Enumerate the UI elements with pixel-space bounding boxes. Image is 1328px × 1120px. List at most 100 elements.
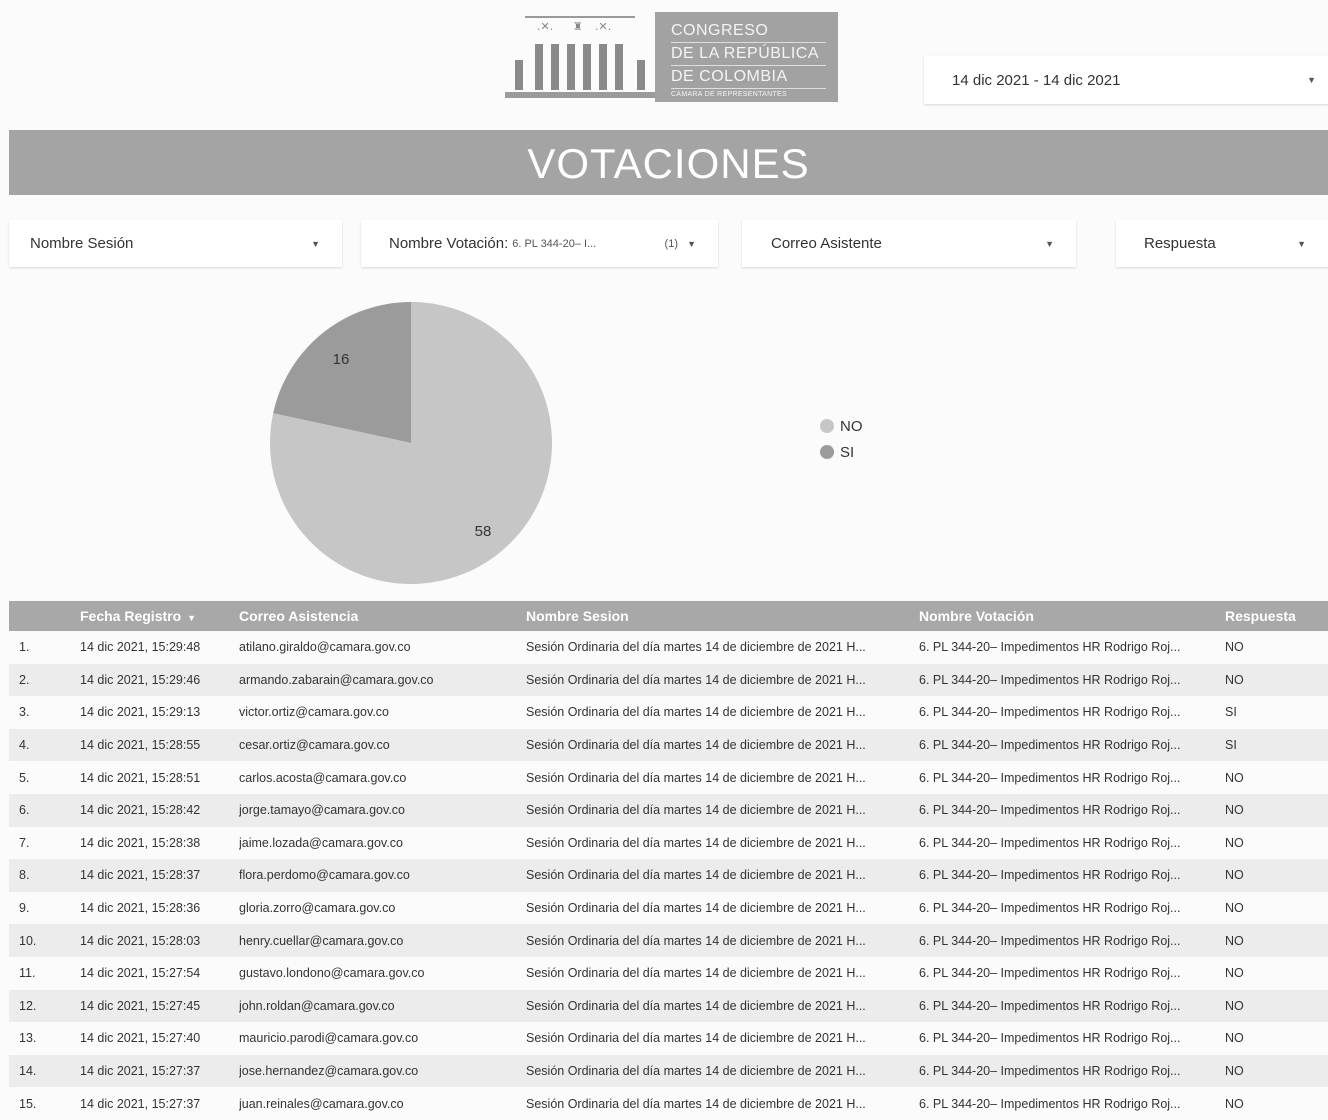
row-number: 3. (19, 705, 30, 720)
cell-fecha: 14 dic 2021, 15:28:55 (80, 738, 201, 753)
cell-votacion: 6. PL 344-20– Impedimentos HR Rodrigo Ro… (919, 1064, 1181, 1079)
cell-respuesta: NO (1225, 998, 1244, 1013)
cell-respuesta: NO (1225, 933, 1244, 948)
header-correo-asistencia[interactable]: Correo Asistencia (239, 608, 526, 624)
legend-label-no[interactable]: NO (840, 418, 863, 435)
cell-sesion: Sesión Ordinaria del día martes 14 de di… (526, 835, 866, 850)
votes-pie-chart: 16 58 NO SI (270, 302, 863, 584)
logo-line-2: DE LA REPÚBLICA (671, 43, 826, 66)
cell-fecha: 14 dic 2021, 15:27:37 (80, 1064, 201, 1079)
table-row[interactable]: 15. 14 dic 2021, 15:27:37 juan.reinales@ca… (9, 1087, 1328, 1120)
row-number: 10. (19, 933, 37, 948)
congreso-logo: .✕. ♜ .✕. CONGRESO DE LA REPÚBLICA DE COLO… (505, 12, 838, 102)
cell-votacion: 6. PL 344-20– Impedimentos HR Rodrigo Ro… (919, 966, 1181, 981)
cell-votacion: 6. PL 344-20– Impedimentos HR Rodrigo Ro… (919, 998, 1181, 1013)
cell-respuesta: NO (1225, 672, 1244, 687)
cell-sesion: Sesión Ordinaria del día martes 14 de di… (526, 672, 866, 687)
row-number: 11. (19, 966, 36, 981)
row-number: 5. (19, 770, 30, 785)
cell-correo: jaime.lozada@camara.gov.co (239, 835, 403, 850)
caret-down-icon: ▼ (1297, 238, 1306, 249)
legend-label-si[interactable]: SI (840, 444, 854, 461)
cell-correo: jose.hernandez@camara.gov.co (239, 1064, 419, 1079)
filter-label: Correo Asistente (771, 235, 882, 252)
table-row[interactable]: 5. 14 dic 2021, 15:28:51 carlos.acosta@cam… (9, 761, 1328, 794)
header-respuesta[interactable]: Respuesta (1225, 608, 1328, 624)
cell-fecha: 14 dic 2021, 15:28:42 (80, 803, 201, 818)
logo-line-3: DE COLOMBIA (671, 66, 826, 89)
header-nombre-votacion[interactable]: Nombre Votación (919, 608, 1225, 624)
table-row[interactable]: 8. 14 dic 2021, 15:28:37 flora.perdomo@cam… (9, 859, 1328, 892)
filter-correo-asistente[interactable]: Correo Asistente ▼ (742, 220, 1076, 267)
table-header: Fecha Registro ▼ Correo Asistencia Nombre… (9, 601, 1328, 631)
cell-respuesta: NO (1225, 901, 1244, 916)
cell-correo: mauricio.parodi@camara.gov.co (239, 1031, 419, 1046)
table-row[interactable]: 2. 14 dic 2021, 15:29:46 armando.zabarain@… (9, 663, 1328, 697)
table-row[interactable]: 1. 14 dic 2021, 15:29:48 atilano.giraldo@c… (9, 631, 1328, 664)
cell-sesion: Sesión Ordinaria del día martes 14 de di… (526, 901, 866, 916)
row-number: 15. (19, 1096, 37, 1111)
cell-respuesta: NO (1225, 1031, 1244, 1046)
cell-sesion: Sesión Ordinaria del día martes 14 de di… (526, 1031, 866, 1046)
filter-label: Nombre Sesión (30, 235, 134, 252)
filter-respuesta[interactable]: Respuesta ▼ (1116, 220, 1328, 267)
cell-sesion: Sesión Ordinaria del día martes 14 de di… (526, 705, 866, 720)
cell-sesion: Sesión Ordinaria del día martes 14 de di… (526, 998, 866, 1013)
table-row[interactable]: 4. 14 dic 2021, 15:28:55 cesar.ortiz@camar… (9, 728, 1328, 762)
filter-label: Nombre Votación: (389, 235, 509, 252)
cell-fecha: 14 dic 2021, 15:29:13 (80, 705, 201, 720)
cell-respuesta: NO (1225, 1064, 1244, 1079)
row-number: 8. (19, 868, 30, 883)
table-row[interactable]: 13. 14 dic 2021, 15:27:40 mauricio.parodi@… (9, 1022, 1328, 1055)
cell-correo: victor.ortiz@camara.gov.co (239, 705, 390, 720)
table-row[interactable]: 10. 14 dic 2021, 15:28:03 henry.cuellar@ca… (9, 924, 1328, 957)
cell-sesion: Sesión Ordinaria del día martes 14 de di… (526, 640, 866, 655)
cell-fecha: 14 dic 2021, 15:27:45 (80, 998, 201, 1013)
table-row[interactable]: 6. 14 dic 2021, 15:28:42 jorge.tamayo@cama… (9, 793, 1328, 827)
logo-line-1: CONGRESO (671, 20, 826, 43)
cell-votacion: 6. PL 344-20– Impedimentos HR Rodrigo Ro… (919, 1096, 1181, 1111)
table-row[interactable]: 11. 14 dic 2021, 15:27:54 gustavo.londono@… (9, 957, 1328, 990)
filter-selected-value: 6. PL 344-20– I... (512, 237, 597, 250)
row-number: 6. (19, 803, 30, 818)
table-row[interactable]: 9. 14 dic 2021, 15:28:36 gloria.zorro@cama… (9, 892, 1328, 925)
row-number: 4. (19, 738, 30, 753)
cell-respuesta: SI (1225, 705, 1237, 720)
cell-correo: jorge.tamayo@camara.gov.co (239, 803, 406, 818)
table-row[interactable]: 14. 14 dic 2021, 15:27:37 jose.hernandez@c… (9, 1054, 1328, 1088)
capitol-building-icon: .✕. ♜ .✕. (505, 12, 655, 102)
cell-correo: atilano.giraldo@camara.gov.co (239, 640, 411, 655)
row-number: 2. (19, 672, 30, 687)
row-number: 12. (19, 998, 37, 1013)
cell-fecha: 14 dic 2021, 15:29:48 (80, 640, 201, 655)
cell-fecha: 14 dic 2021, 15:28:36 (80, 901, 201, 916)
pie-label-no: 58 (475, 523, 492, 540)
filter-nombre-votacion[interactable]: Nombre Votación: 6. PL 344-20– I... (1) … (361, 220, 718, 267)
cell-votacion: 6. PL 344-20– Impedimentos HR Rodrigo Ro… (919, 835, 1181, 850)
cell-votacion: 6. PL 344-20– Impedimentos HR Rodrigo Ro… (919, 640, 1181, 655)
cell-votacion: 6. PL 344-20– Impedimentos HR Rodrigo Ro… (919, 933, 1181, 948)
filter-selected-count: (1) (664, 237, 678, 250)
cell-correo: flora.perdomo@camara.gov.co (239, 868, 410, 883)
cell-votacion: 6. PL 344-20– Impedimentos HR Rodrigo Ro… (919, 705, 1181, 720)
cell-respuesta: NO (1225, 770, 1244, 785)
row-number: 14. (19, 1064, 37, 1079)
header-nombre-sesion[interactable]: Nombre Sesion (526, 608, 919, 624)
date-range-picker[interactable]: 14 dic 2021 - 14 dic 2021 ▼ (924, 56, 1328, 104)
legend-swatch-no (820, 419, 834, 433)
cell-votacion: 6. PL 344-20– Impedimentos HR Rodrigo Ro… (919, 901, 1181, 916)
header-fecha-registro[interactable]: Fecha Registro ▼ (80, 608, 239, 624)
caret-down-icon: ▼ (1307, 75, 1316, 85)
table-row[interactable]: 7. 14 dic 2021, 15:28:38 jaime.lozada@cama… (9, 827, 1328, 860)
table-row[interactable]: 3. 14 dic 2021, 15:29:13 victor.ortiz@cama… (9, 696, 1328, 729)
cell-respuesta: NO (1225, 640, 1244, 655)
cell-correo: juan.reinales@camara.gov.co (239, 1096, 404, 1111)
table-row[interactable]: 12. 14 dic 2021, 15:27:45 john.roldan@cama… (9, 989, 1328, 1023)
filter-nombre-sesion[interactable]: Nombre Sesión ▼ (9, 220, 342, 267)
cell-sesion: Sesión Ordinaria del día martes 14 de di… (526, 966, 866, 981)
row-number: 1. (19, 640, 30, 655)
table-body: 1. 14 dic 2021, 15:29:48 atilano.giraldo@c… (9, 631, 1328, 1120)
date-range-value: 14 dic 2021 - 14 dic 2021 (952, 71, 1121, 89)
caret-down-icon: ▼ (687, 238, 696, 249)
logo-line-4: CAMARA DE REPRESENTANTES (671, 91, 787, 98)
